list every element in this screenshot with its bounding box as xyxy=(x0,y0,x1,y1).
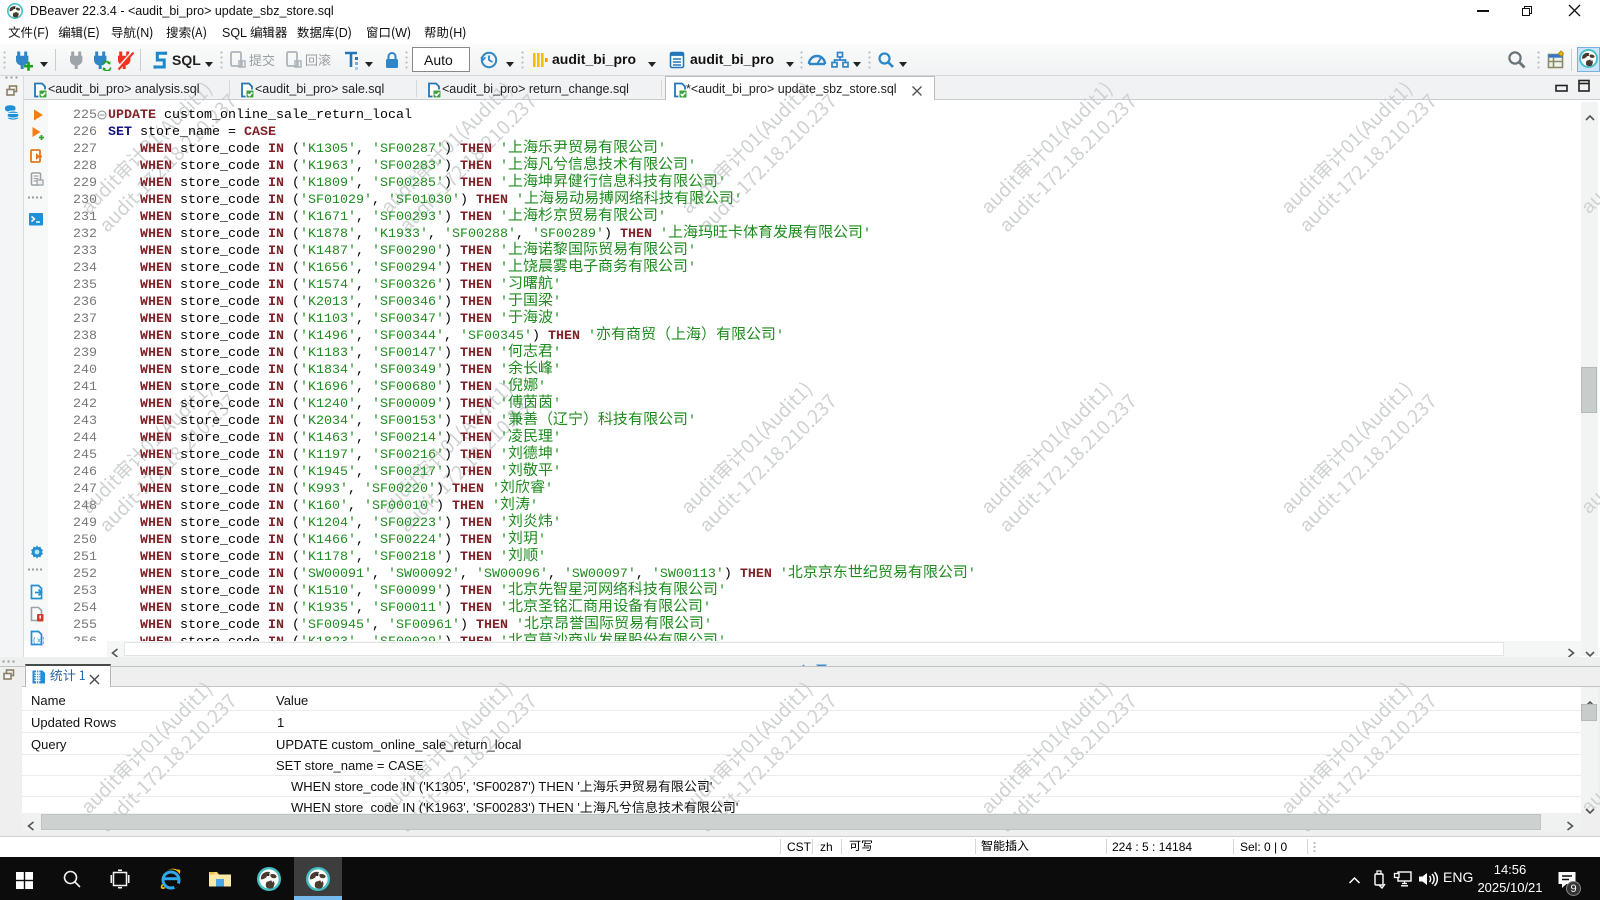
svg-text:(x): (x) xyxy=(32,638,44,646)
